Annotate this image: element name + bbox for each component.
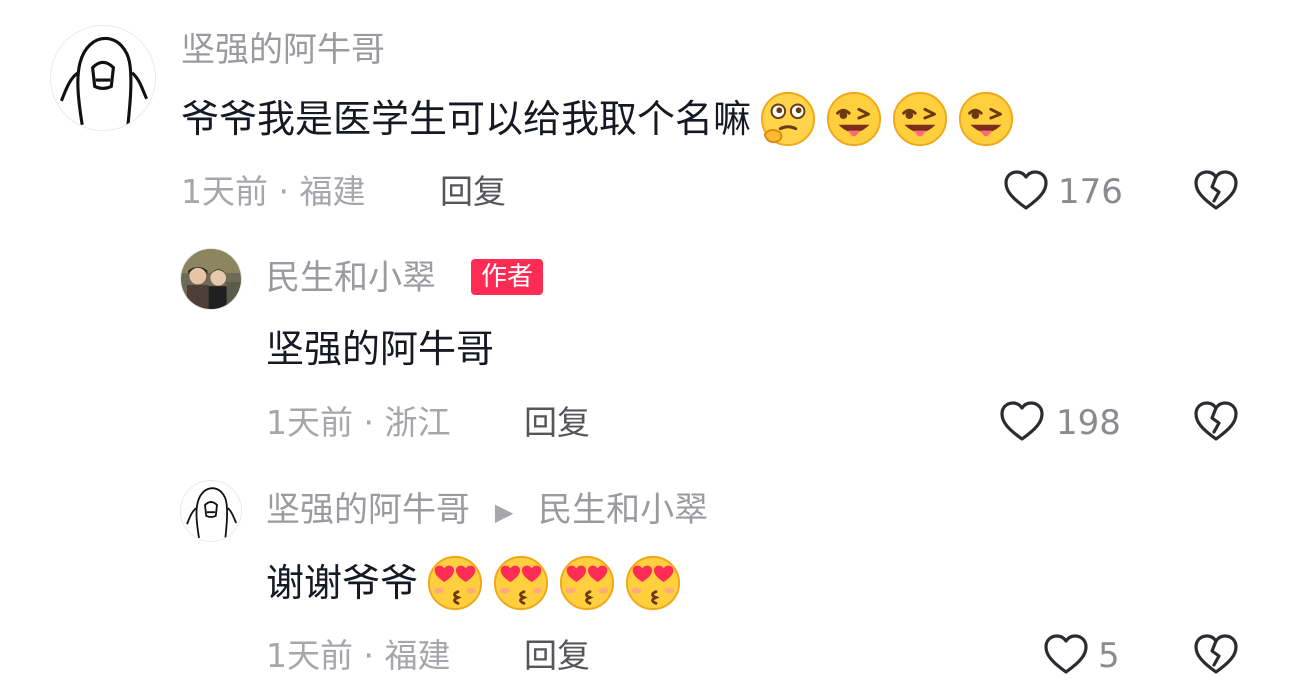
comment-text: 坚强的阿牛哥	[266, 327, 495, 371]
comment-time: 1天前	[266, 636, 353, 675]
dislike-broken-heart-icon[interactable]	[1192, 398, 1240, 446]
comment-text-row: 谢谢爷爷	[266, 554, 682, 612]
avatar[interactable]	[180, 480, 242, 542]
comment-meta: 1天前 · 福建	[181, 172, 366, 212]
comment-text: 谢谢爷爷	[266, 561, 419, 605]
avatar[interactable]	[180, 248, 242, 310]
separator: ·	[278, 172, 290, 211]
dislike-broken-heart-icon[interactable]	[1192, 167, 1240, 215]
heart-eyes-icon	[558, 554, 616, 612]
wink-tongue-icon	[825, 90, 883, 148]
like-count: 5	[1098, 636, 1120, 676]
comment-username[interactable]: 坚强的阿牛哥	[181, 30, 385, 70]
comment-username[interactable]: 民生和小翠	[266, 258, 436, 298]
reply-button[interactable]: 回复	[440, 172, 506, 212]
author-badge: 作者	[471, 259, 544, 295]
avatar[interactable]	[50, 25, 156, 131]
comment-text-row: 爷爷我是医学生可以给我取个名嘛	[181, 90, 1015, 148]
thinking-face-icon	[759, 90, 817, 148]
like-heart-icon[interactable]	[998, 398, 1046, 446]
author-avatar-image	[181, 249, 241, 309]
user-avatar-image	[51, 26, 155, 130]
reply-arrow-icon: ▶	[494, 497, 514, 526]
separator: ·	[363, 636, 375, 675]
wink-tongue-icon	[957, 90, 1015, 148]
comment-location: 福建	[299, 172, 366, 211]
comment-username[interactable]: 坚强的阿牛哥	[266, 490, 470, 530]
heart-eyes-icon	[624, 554, 682, 612]
like-count: 176	[1058, 172, 1123, 212]
comment-location: 福建	[384, 636, 451, 675]
like-heart-icon[interactable]	[1002, 167, 1050, 215]
reply-header: 坚强的阿牛哥 ▶ 民生和小翠	[266, 490, 708, 532]
reply-button[interactable]: 回复	[524, 636, 590, 676]
user-avatar-image	[181, 481, 241, 541]
like-count: 198	[1056, 403, 1121, 443]
reply-button[interactable]: 回复	[524, 403, 590, 443]
comment-text: 爷爷我是医学生可以给我取个名嘛	[181, 97, 752, 141]
comment-location: 浙江	[384, 403, 451, 442]
dislike-broken-heart-icon[interactable]	[1192, 631, 1240, 679]
comment-time: 1天前	[181, 172, 268, 211]
comment-meta: 1天前 · 浙江	[266, 403, 451, 443]
heart-eyes-icon	[492, 554, 550, 612]
comment-time: 1天前	[266, 403, 353, 442]
separator: ·	[363, 403, 375, 442]
comment-meta: 1天前 · 福建	[266, 636, 451, 676]
like-heart-icon[interactable]	[1042, 631, 1090, 679]
heart-eyes-icon	[426, 554, 484, 612]
reply-to-username[interactable]: 民生和小翠	[538, 490, 708, 530]
wink-tongue-icon	[891, 90, 949, 148]
